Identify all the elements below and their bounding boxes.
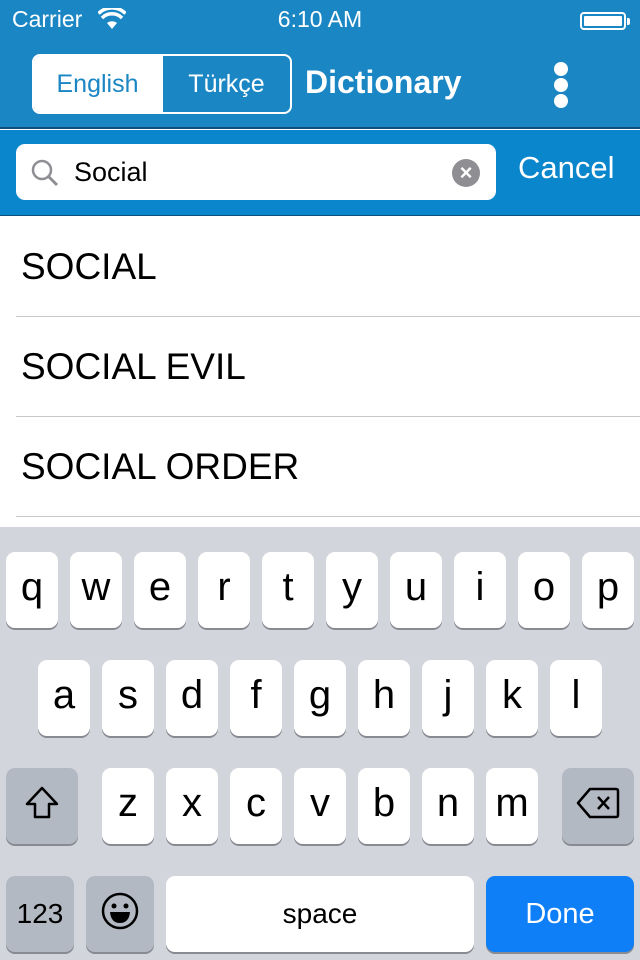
key-m[interactable]: m — [486, 768, 538, 844]
page-title: Dictionary — [305, 64, 462, 100]
key-j[interactable]: j — [422, 660, 474, 736]
segment-turkce[interactable]: Türkçe — [161, 56, 290, 112]
keyboard: qwertyuiop asdfghjkl zxcvbnm 123 space Don… — [0, 527, 640, 960]
search-bar: × Cancel — [0, 130, 640, 216]
segment-english[interactable]: English — [34, 56, 161, 112]
key-x[interactable]: x — [166, 768, 218, 844]
numbers-key[interactable]: 123 — [6, 876, 74, 952]
search-icon — [31, 159, 59, 187]
list-item[interactable]: SOCIAL ORDER — [16, 417, 640, 517]
done-key[interactable]: Done — [486, 876, 634, 952]
space-key[interactable]: space — [166, 876, 474, 952]
shift-key[interactable] — [6, 768, 78, 844]
key-l[interactable]: l — [550, 660, 602, 736]
battery-icon — [580, 12, 630, 30]
key-e[interactable]: e — [134, 552, 186, 628]
search-field[interactable]: × — [16, 144, 496, 200]
search-input[interactable] — [74, 144, 444, 200]
key-f[interactable]: f — [230, 660, 282, 736]
key-q[interactable]: q — [6, 552, 58, 628]
clock: 6:10 AM — [277, 6, 363, 32]
navigation-header: Carrier 6:10 AM English Türkçe Dictionar… — [0, 0, 640, 129]
key-i[interactable]: i — [454, 552, 506, 628]
key-w[interactable]: w — [70, 552, 122, 628]
results-list: SOCIAL SOCIAL EVIL SOCIAL ORDER — [0, 217, 640, 517]
key-c[interactable]: c — [230, 768, 282, 844]
backspace-icon — [576, 787, 620, 819]
list-item[interactable]: SOCIAL EVIL — [16, 317, 640, 417]
list-item[interactable]: SOCIAL — [16, 217, 640, 317]
key-u[interactable]: u — [390, 552, 442, 628]
language-segmented-control[interactable]: English Türkçe — [32, 54, 292, 114]
key-z[interactable]: z — [102, 768, 154, 844]
shift-icon — [25, 786, 59, 819]
key-b[interactable]: b — [358, 768, 410, 844]
emoji-key[interactable] — [86, 876, 154, 952]
key-s[interactable]: s — [102, 660, 154, 736]
key-o[interactable]: o — [518, 552, 570, 628]
key-y[interactable]: y — [326, 552, 378, 628]
delete-key[interactable] — [562, 768, 634, 844]
key-v[interactable]: v — [294, 768, 346, 844]
cancel-button[interactable]: Cancel — [518, 150, 615, 186]
key-n[interactable]: n — [422, 768, 474, 844]
emoji-icon — [101, 892, 139, 930]
key-k[interactable]: k — [486, 660, 538, 736]
clear-icon[interactable]: × — [452, 159, 480, 187]
key-p[interactable]: p — [582, 552, 634, 628]
key-h[interactable]: h — [358, 660, 410, 736]
key-d[interactable]: d — [166, 660, 218, 736]
key-r[interactable]: r — [198, 552, 250, 628]
key-g[interactable]: g — [294, 660, 346, 736]
key-t[interactable]: t — [262, 552, 314, 628]
key-a[interactable]: a — [38, 660, 90, 736]
more-vertical-icon[interactable] — [552, 62, 570, 108]
